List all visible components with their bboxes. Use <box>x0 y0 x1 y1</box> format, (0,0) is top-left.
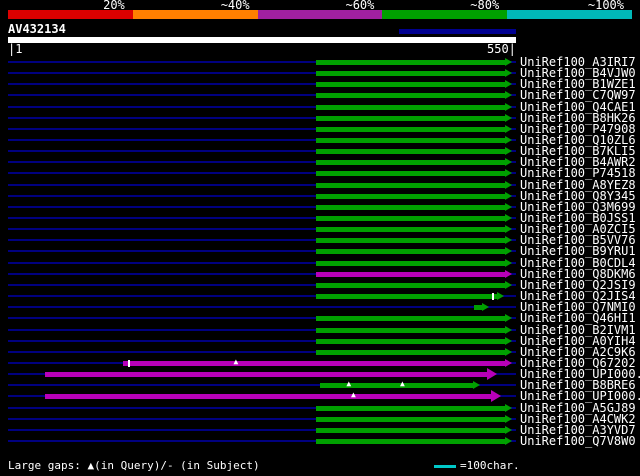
alignment-bar[interactable] <box>316 82 505 87</box>
alignment-bar[interactable] <box>316 439 505 444</box>
alignment-arrowhead[interactable] <box>504 281 512 289</box>
alignment-bar[interactable] <box>316 238 505 243</box>
alignment-arrowhead[interactable] <box>497 292 505 300</box>
alignment-bar[interactable] <box>316 105 505 110</box>
alignment-bar[interactable] <box>316 249 505 254</box>
ruler-start-label: |1 <box>8 42 23 56</box>
alignment-bar[interactable] <box>316 205 505 210</box>
alignment-bar[interactable] <box>45 394 491 399</box>
alignment-arrowhead[interactable] <box>504 158 512 166</box>
alignment-bar[interactable] <box>316 71 505 76</box>
alignment-arrowhead[interactable] <box>504 236 512 244</box>
alignment-bar[interactable] <box>319 383 473 388</box>
scale-legend-label: =100char. <box>460 459 520 472</box>
alignment-baseline <box>8 306 516 308</box>
alignment-bar[interactable] <box>316 294 498 299</box>
alignment-arrowhead[interactable] <box>472 381 480 389</box>
alignment-bar[interactable] <box>316 428 505 433</box>
alignment-arrowhead[interactable] <box>504 169 512 177</box>
gaps-legend: Large gaps: ▲(in Query)/- (in Subject) <box>8 459 260 472</box>
alignment-arrowhead[interactable] <box>504 181 512 189</box>
alignment-bar[interactable] <box>316 216 505 221</box>
alignment-arrowhead[interactable] <box>504 404 512 412</box>
alignment-arrowhead[interactable] <box>504 91 512 99</box>
alignment-arrowhead[interactable] <box>504 326 512 334</box>
ruler-end-label: 550| <box>487 42 516 56</box>
alignment-bar[interactable] <box>316 350 505 355</box>
alignment-arrowhead[interactable] <box>504 136 512 144</box>
query-name: AV432134 <box>8 22 66 36</box>
alignment-arrowhead[interactable] <box>504 103 512 111</box>
alignment-bar[interactable] <box>316 328 505 333</box>
alignment-arrowhead[interactable] <box>504 225 512 233</box>
alignment-arrowhead[interactable] <box>504 415 512 423</box>
large-gap-marker: ▲ <box>233 357 239 366</box>
alignment-bar[interactable] <box>316 127 505 132</box>
alignment-arrowhead[interactable] <box>504 426 512 434</box>
scale-label: ~80% <box>470 0 500 12</box>
large-gap-marker: ▲ <box>400 379 405 388</box>
alignment-bar[interactable] <box>316 116 505 121</box>
alignment-bar[interactable] <box>316 339 505 344</box>
alignment-bar[interactable] <box>316 183 505 188</box>
alignment-arrowhead[interactable] <box>504 247 512 255</box>
alignment-arrowhead[interactable] <box>504 214 512 222</box>
query-feature-bar <box>399 29 516 34</box>
alignment-arrowhead[interactable] <box>481 303 489 311</box>
scale-label: ~40% <box>220 0 250 12</box>
alignment-bar[interactable] <box>316 160 505 165</box>
alignment-arrowhead[interactable] <box>504 147 512 155</box>
alignment-arrowhead[interactable] <box>504 437 512 445</box>
alignment-bar[interactable] <box>316 171 505 176</box>
scale-legend-line <box>434 465 456 468</box>
scale-label: ~60% <box>345 0 375 12</box>
alignment-arrowhead[interactable] <box>504 314 512 322</box>
query-bar <box>8 37 516 43</box>
alignment-bar[interactable] <box>316 60 505 65</box>
alignment-arrowhead[interactable] <box>504 192 512 200</box>
alignment-arrowhead[interactable] <box>504 348 512 356</box>
alignment-bar[interactable] <box>316 316 505 321</box>
alignment-arrowhead[interactable] <box>504 359 512 367</box>
alignment-bar[interactable] <box>316 406 505 411</box>
alignment-bar[interactable] <box>316 227 505 232</box>
alignment-bar[interactable] <box>316 93 505 98</box>
alignment-bar[interactable] <box>316 417 505 422</box>
alignment-bar[interactable] <box>316 194 505 199</box>
alignment-arrowhead[interactable] <box>504 58 512 66</box>
alignment-bar[interactable] <box>45 372 488 377</box>
subject-gap-tick <box>128 360 131 367</box>
blast-overview-page: 20% ~40% ~60% ~80% ~100% AV432134 |1 550| Un… <box>0 0 640 476</box>
alignment-arrowhead[interactable] <box>504 203 512 211</box>
alignment-arrowhead[interactable] <box>504 270 512 278</box>
alignment-arrowhead[interactable] <box>487 368 498 380</box>
alignment-arrowhead[interactable] <box>504 337 512 345</box>
alignment-arrowhead[interactable] <box>504 80 512 88</box>
alignment-bar[interactable] <box>316 138 505 143</box>
large-gap-marker: ▲ <box>346 379 352 388</box>
alignment-bar[interactable] <box>122 361 505 366</box>
alignment-bar[interactable] <box>474 305 482 310</box>
alignment-arrowhead[interactable] <box>504 69 512 77</box>
alignment-arrowhead[interactable] <box>504 114 512 122</box>
alignment-label[interactable]: UniRef100_Q7V8W0 <box>520 435 636 447</box>
alignment-arrowhead[interactable] <box>491 390 502 402</box>
subject-gap-tick <box>491 293 494 300</box>
alignment-bar[interactable] <box>316 283 505 288</box>
alignment-bar[interactable] <box>316 261 505 266</box>
alignment-bar[interactable] <box>316 149 505 154</box>
large-gap-marker: ▲ <box>350 390 356 399</box>
alignment-arrowhead[interactable] <box>504 259 512 267</box>
alignment-bar[interactable] <box>316 272 505 277</box>
alignment-arrowhead[interactable] <box>504 125 512 133</box>
scale-label: 20% <box>103 0 125 12</box>
scale-label: ~100% <box>587 0 624 12</box>
